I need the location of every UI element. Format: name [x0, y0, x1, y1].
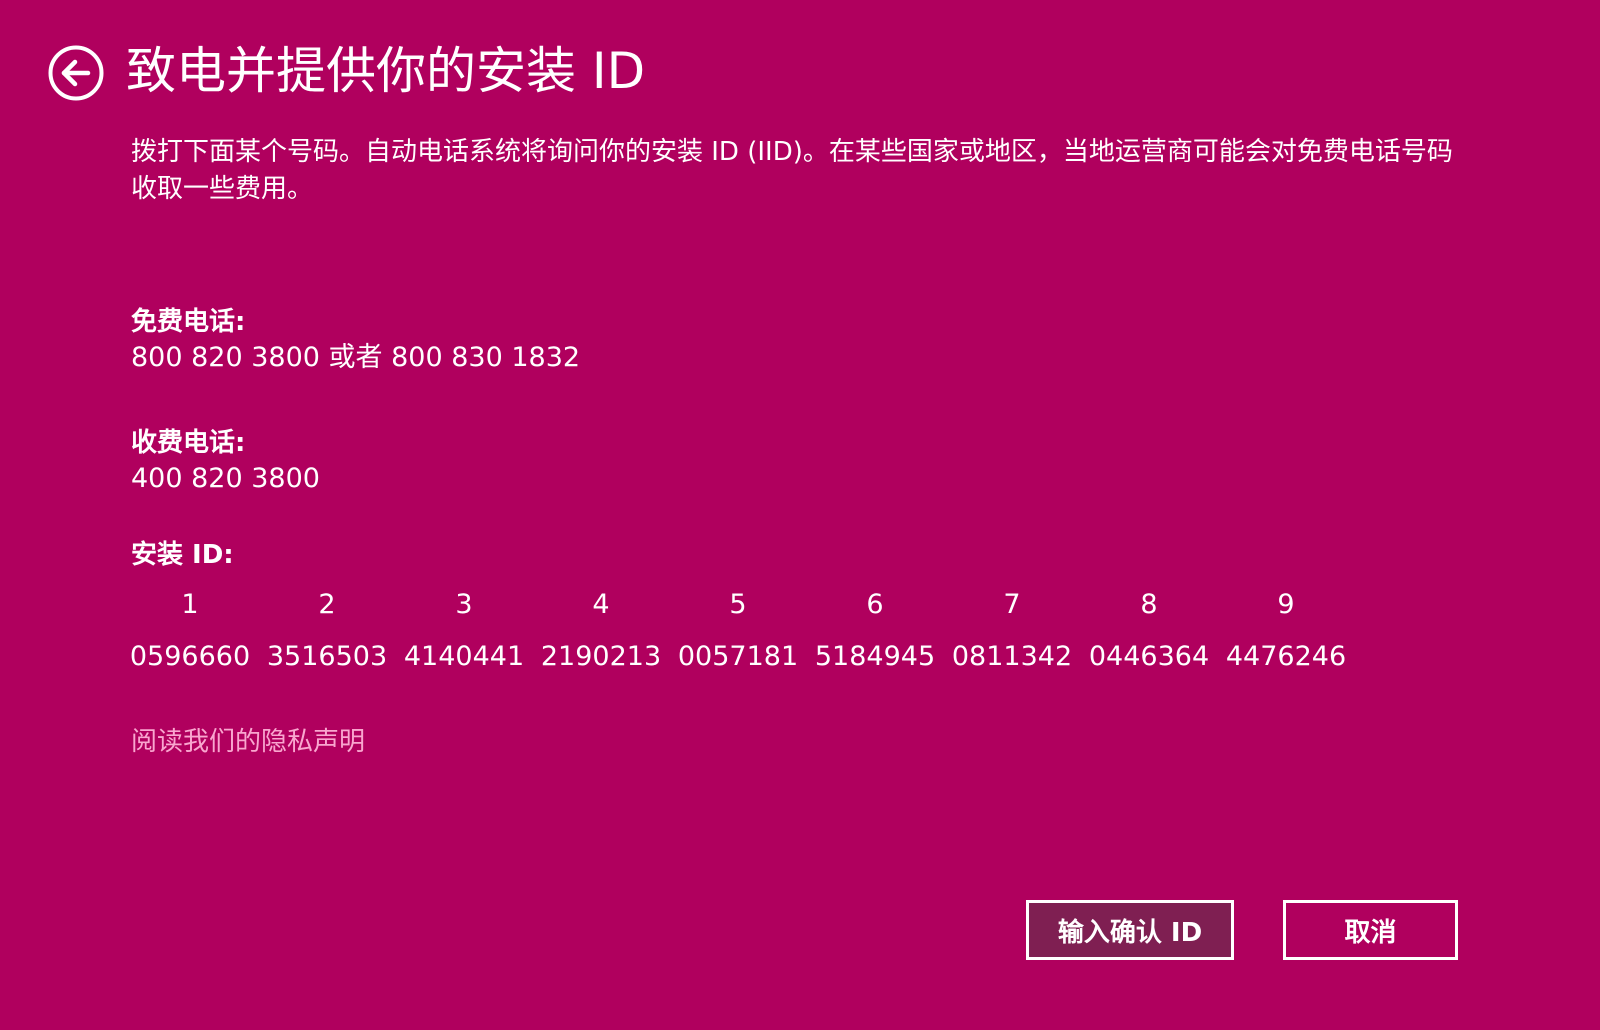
toll-free-number: 800 820 3800 或者 800 830 1832 [131, 342, 581, 373]
back-button[interactable] [48, 45, 104, 101]
iid-group-index: 1 [181, 589, 199, 620]
toll-number: 400 820 3800 [131, 463, 320, 494]
iid-group-value: 0596660 [129, 641, 251, 672]
iid-group-index: 4 [592, 589, 610, 620]
iid-group: 4 2190213 [540, 586, 662, 676]
iid-group: 9 4476246 [1225, 586, 1347, 676]
iid-group: 8 0446364 [1088, 586, 1210, 676]
iid-group-value: 5184945 [814, 641, 936, 672]
iid-group-value: 2190213 [540, 641, 662, 672]
iid-group: 6 5184945 [814, 586, 936, 676]
iid-group-index: 2 [318, 589, 336, 620]
iid-group: 7 0811342 [951, 586, 1073, 676]
iid-group-value: 0811342 [951, 641, 1073, 672]
installation-id-grid: 1 0596660 2 3516503 3 4140441 4 2190213 … [129, 586, 1347, 676]
iid-group-value: 0057181 [677, 641, 799, 672]
iid-group: 2 3516503 [266, 586, 388, 676]
iid-group: 1 0596660 [129, 586, 251, 676]
iid-group-value: 3516503 [266, 641, 388, 672]
iid-group-value: 4476246 [1225, 641, 1347, 672]
instructions-text: 拨打下面某个号码。自动电话系统将询问你的安装 ID (IID)。在某些国家或地区… [131, 137, 1453, 204]
toll-free-label: 免费电话: [131, 307, 246, 337]
page-title: 致电并提供你的安装 ID [126, 42, 646, 100]
iid-group: 3 4140441 [403, 586, 525, 676]
iid-group-index: 8 [1140, 589, 1158, 620]
iid-group: 5 0057181 [677, 586, 799, 676]
iid-group-value: 4140441 [403, 641, 525, 672]
iid-group-value: 0446364 [1088, 641, 1210, 672]
enter-confirmation-id-button[interactable]: 输入确认 ID [1026, 900, 1234, 960]
activation-page: 致电并提供你的安装 ID 拨打下面某个号码。自动电话系统将询问你的安装 ID (… [0, 0, 1600, 1030]
privacy-statement-link[interactable]: 阅读我们的隐私声明 [131, 724, 365, 760]
iid-group-index: 7 [1003, 589, 1021, 620]
installation-id-label: 安装 ID: [131, 540, 234, 570]
iid-group-index: 3 [455, 589, 473, 620]
cancel-button[interactable]: 取消 [1283, 900, 1458, 960]
toll-label: 收费电话: [131, 428, 246, 458]
back-arrow-circle-icon [48, 45, 104, 101]
iid-group-index: 6 [866, 589, 884, 620]
iid-group-index: 9 [1277, 589, 1295, 620]
iid-group-index: 5 [729, 589, 747, 620]
